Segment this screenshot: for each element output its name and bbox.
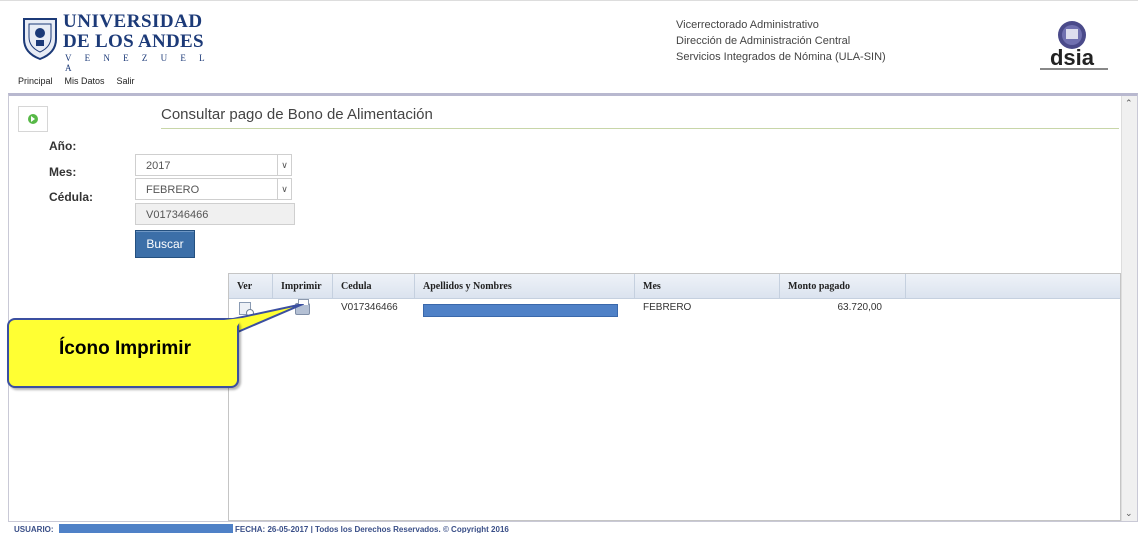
scroll-up-icon[interactable]: ⌃ [1125,98,1133,109]
column-header-ver[interactable]: Ver [229,274,273,298]
column-header-cedula[interactable]: Cedula [333,274,415,298]
search-button[interactable]: Buscar [135,230,195,258]
table-header: Ver Imprimir Cedula Apellidos y Nombres … [229,274,1120,299]
department-info: Vicerrectorado Administrativo Dirección … [676,17,886,65]
year-label: Año: [49,139,77,153]
dsia-logo-icon: dsia [1040,21,1108,70]
id-value: V017346466 [146,209,209,221]
university-name-line1: UNIVERSIDAD [63,11,203,32]
chevron-down-icon: ∨ [277,155,291,175]
column-header-nombres[interactable]: Apellidos y Nombres [415,274,635,298]
mes-cell: FEBRERO [643,302,692,313]
name-cell [415,299,635,317]
month-value: FEBRERO [146,184,200,196]
month-select[interactable]: FEBRERO ∨ [135,178,292,200]
scroll-down-icon[interactable]: ⌄ [1125,508,1133,519]
content-frame: Consultar pago de Bono de Alimentación A… [8,93,1138,522]
title-divider [161,128,1119,129]
column-header-monto[interactable]: Monto pagado [780,274,906,298]
year-select[interactable]: 2017 ∨ [135,154,292,176]
footer: USUARIO: FECHA: 26-05-2017 | Todos los D… [8,524,1138,533]
page-title: Consultar pago de Bono de Alimentación [161,106,433,123]
footer-user-redaction [59,524,233,533]
university-logo[interactable]: UNIVERSIDAD DE LOS ANDES V E N E Z U E L… [20,9,220,73]
column-header-mes[interactable]: Mes [635,274,780,298]
callout-pointer-cover [224,318,242,338]
cedula-cell: V017346466 [341,302,398,313]
callout-text: Ícono Imprimir [59,338,191,359]
results-table: Ver Imprimir Cedula Apellidos y Nombres … [228,273,1121,521]
department-line1: Vicerrectorado Administrativo [676,19,819,31]
month-label: Mes: [49,165,77,179]
id-field[interactable]: V017346466 [135,203,295,225]
name-redaction [423,304,618,317]
column-header-imprimir[interactable]: Imprimir [273,274,333,298]
nav-principal[interactable]: Principal [18,76,53,86]
department-line2: Dirección de Administración Central [676,35,851,47]
university-seal-icon [23,18,57,61]
university-name-line3: V E N E Z U E L A [65,53,210,73]
footer-date: FECHA: 26-05-2017 | Todos los Derechos R… [235,525,509,533]
nav-salir[interactable]: Salir [117,76,135,86]
chevron-down-icon: ∨ [277,179,291,199]
vertical-scrollbar[interactable]: ⌃ ⌄ [1121,96,1137,521]
header: UNIVERSIDAD DE LOS ANDES V E N E Z U E L… [0,0,1138,92]
department-line3: Servicios Integrados de Nómina (ULA-SIN) [676,51,886,63]
play-circle-icon [28,114,38,124]
year-value: 2017 [146,160,171,172]
nav-mis-datos[interactable]: Mis Datos [65,76,105,86]
university-name-line2: DE LOS ANDES [63,31,204,52]
table-row: V017346466 FEBRERO 63.720,00 [229,299,1120,317]
top-nav: Principal Mis Datos Salir [18,76,135,86]
id-label: Cédula: [49,190,94,204]
monto-cell: 63.720,00 [837,302,883,313]
dsia-logo-text: dsia [1050,45,1095,70]
footer-user-label: USUARIO: [14,525,54,533]
dsia-logo: dsia [1036,17,1116,73]
callout-annotation: Ícono Imprimir [7,318,239,388]
back-button[interactable] [18,106,48,132]
